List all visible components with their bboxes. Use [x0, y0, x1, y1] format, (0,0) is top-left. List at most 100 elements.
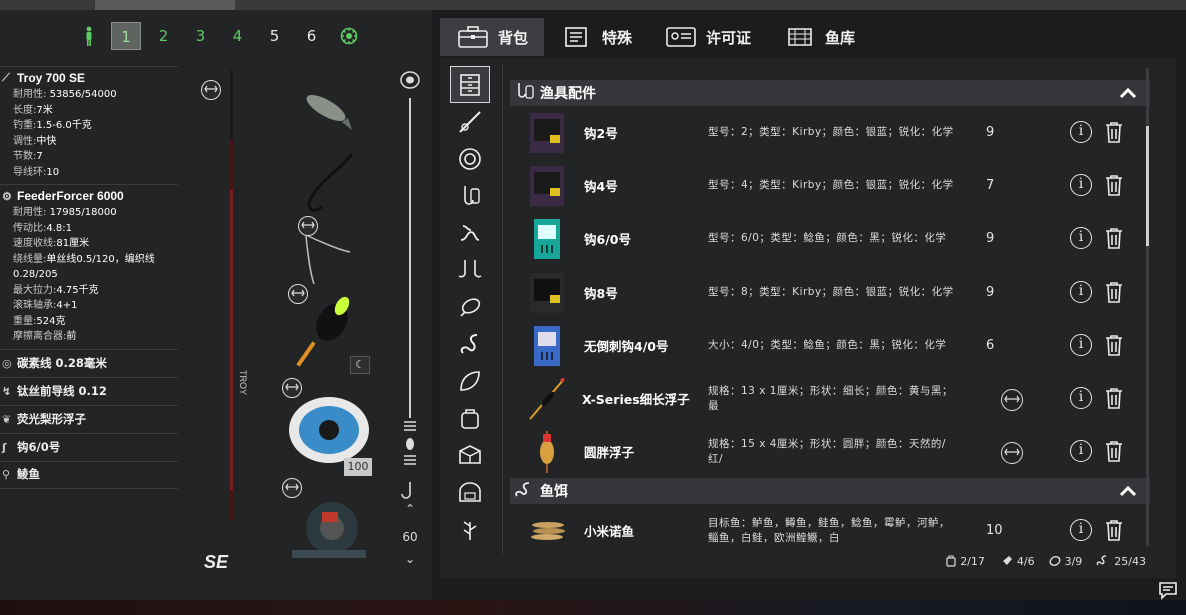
tab-special[interactable]: 特殊 [544, 18, 648, 56]
category-feeders[interactable] [450, 362, 490, 399]
list-item[interactable]: 钩6/0号 型号：6/0；类型：鲶鱼；颜色：黑；锐化：化学 9 i [510, 212, 1150, 265]
chat-icon[interactable] [1158, 580, 1178, 600]
list-item[interactable]: 钩8号 型号：8；类型：Kirby；颜色：银蓝；锐化：化学 9 i [510, 266, 1150, 319]
line-spool-image[interactable] [286, 394, 372, 466]
reel-icon: ⚙ [2, 190, 12, 203]
angler-icon [70, 26, 107, 46]
hook-pack-thumb [534, 325, 560, 366]
capacity-footer: 2/17 4/6 3/9 25/43 [910, 552, 1146, 570]
info-icon[interactable]: i [1070, 174, 1092, 197]
slot-6[interactable]: 6 [293, 27, 330, 45]
category-baits[interactable] [450, 325, 490, 362]
category-all[interactable] [450, 66, 490, 103]
scrollbar-thumb[interactable] [1146, 126, 1149, 246]
list-scrollbar[interactable] [1146, 68, 1149, 546]
settings-gear-icon[interactable] [330, 27, 367, 46]
tab-backpack[interactable]: 背包 [440, 18, 545, 56]
list-item[interactable]: 圆胖浮子 规格：15 x 4厘米；形状：圆胖；颜色：天然的/红/ i [510, 425, 1150, 478]
tackle-float[interactable]: ❦ 荧光梨形浮子 [0, 404, 178, 433]
capacity-lines: 3/9 [1049, 555, 1082, 568]
trash-icon[interactable] [1104, 281, 1124, 303]
bait-fish-image[interactable] [300, 84, 356, 138]
tackle-line[interactable]: ◎ 碳素线 0.28毫米 [0, 348, 178, 377]
spec-durability: 耐用性: 53856/54000 [13, 89, 117, 100]
item-list: 渔具配件 钩2号 型号：2；类型：Kirby；颜色：银蓝；锐化：化学 9 i 钩… [510, 58, 1150, 544]
bag-icon [946, 555, 956, 567]
svg-text:TROY: TROY [238, 370, 248, 395]
lock-icon[interactable] [282, 378, 302, 398]
slot-1[interactable]: 1 [111, 22, 141, 50]
tackle-hook[interactable]: ʃ 钩6/0号 [0, 432, 178, 461]
top-strip [0, 0, 1186, 10]
scroll-icon [565, 27, 587, 47]
trash-icon[interactable] [1104, 519, 1124, 542]
category-keepnets[interactable] [450, 473, 490, 510]
rod-image[interactable]: TROY SE [196, 70, 266, 580]
list-item[interactable]: 钩2号 型号：2；类型：Kirby；颜色：银蓝；锐化：化学 9 i [510, 106, 1150, 159]
lock-icon[interactable] [1001, 442, 1023, 465]
info-icon[interactable]: i [1070, 333, 1092, 356]
category-reels[interactable] [450, 140, 490, 177]
list-item[interactable]: X-Series细长浮子 规格：13 x 1厘米；形状：细长；颜色：黄与黑；最 … [510, 372, 1150, 425]
reel-header: ⚙ FeederForcer 6000 [0, 184, 178, 205]
lure-icon [999, 556, 1012, 566]
inventory-tabs: 背包 特殊 许可证 鱼库 [440, 18, 1176, 56]
float-icon: ❦ [2, 412, 12, 426]
lock-icon[interactable] [282, 478, 302, 498]
trash-icon[interactable] [1104, 440, 1124, 462]
reel-name: FeederForcer 6000 [17, 189, 124, 203]
tackle-icon [510, 81, 540, 105]
category-bags[interactable] [450, 399, 490, 436]
lock-icon[interactable] [201, 80, 221, 100]
trash-icon[interactable] [1104, 227, 1124, 250]
depth-down-button[interactable]: ⌄ [398, 552, 422, 566]
group-header-baits[interactable]: 鱼饵 [510, 478, 1150, 505]
hook-image[interactable] [300, 150, 360, 220]
trash-icon[interactable] [1104, 174, 1124, 196]
group-header-terminal-tackle[interactable]: 渔具配件 [510, 80, 1150, 106]
reel-spec: 重量:524克 [13, 315, 66, 327]
collapse-chevron-icon[interactable] [1118, 84, 1138, 102]
slot-5[interactable]: 5 [256, 27, 293, 45]
category-rods[interactable] [450, 103, 490, 140]
category-lures[interactable] [450, 288, 490, 325]
info-icon[interactable]: i [1070, 227, 1092, 250]
info-icon[interactable]: i [1070, 280, 1092, 303]
float-image[interactable] [296, 294, 354, 372]
tackle-leader[interactable]: ↯ 钛丝前导线 0.12 [0, 376, 178, 405]
list-item[interactable]: 无倒刺钩4/0号 大小：4/0；类型：鲶鱼；颜色：黑；锐化：化学 6 i [510, 319, 1150, 372]
spool-icon [400, 71, 420, 89]
info-icon[interactable]: i [1070, 440, 1092, 463]
tab-fish-keeper[interactable]: 鱼库 [767, 18, 871, 56]
tab-license[interactable]: 许可证 [648, 18, 767, 56]
slot-2[interactable]: 2 [145, 27, 182, 45]
category-boxes[interactable] [450, 436, 490, 473]
list-item[interactable]: 小米诺鱼 目标鱼：鲈鱼，鳟鱼，鲑鱼，鲶鱼，霉鲈，河鲈，鲻鱼，白鲑，欧洲鳇鳜，白 … [510, 504, 1150, 544]
lock-icon[interactable] [298, 216, 318, 236]
slot-4[interactable]: 4 [219, 27, 256, 45]
lock-icon[interactable] [1001, 388, 1023, 411]
info-icon[interactable]: i [1070, 386, 1092, 409]
info-icon[interactable]: i [1070, 121, 1092, 143]
tackle-bait[interactable]: ⚲ 鲮鱼 [0, 460, 178, 489]
category-hooks[interactable] [450, 251, 490, 288]
category-lines[interactable] [450, 214, 490, 251]
category-tackle[interactable] [450, 177, 490, 214]
depth-up-button[interactable]: ⌃ [398, 502, 422, 516]
lock-icon[interactable] [288, 284, 308, 304]
capacity-baits: 25/43 [1096, 555, 1146, 568]
reel-image[interactable] [282, 494, 374, 574]
license-icon [666, 27, 696, 47]
trash-icon[interactable] [1104, 387, 1124, 409]
tackle-icon [464, 185, 480, 205]
worm-icon [460, 333, 478, 354]
trash-icon[interactable] [1104, 121, 1124, 143]
spec-length: 长度:7米 [13, 104, 53, 116]
line-length-badge: 100 [344, 458, 372, 476]
trash-icon[interactable] [1104, 334, 1124, 356]
collapse-chevron-icon[interactable] [1118, 482, 1138, 500]
list-item[interactable]: 钩4号 型号：4；类型：Kirby；颜色：银蓝；锐化：化学 7 i [510, 159, 1150, 212]
slot-3[interactable]: 3 [182, 27, 219, 45]
info-icon[interactable]: i [1070, 519, 1092, 542]
category-misc[interactable] [450, 510, 490, 547]
